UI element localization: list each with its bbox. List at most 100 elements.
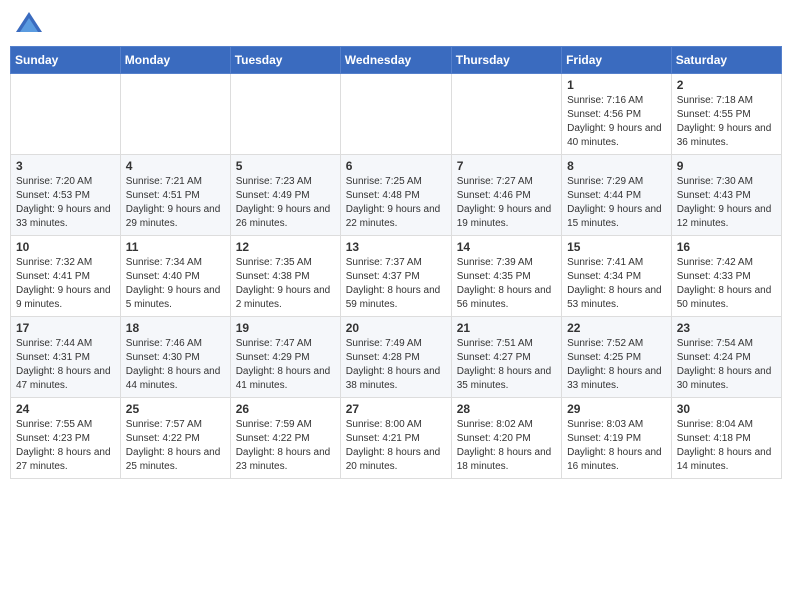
day-number: 25 xyxy=(126,402,225,416)
calendar-cell: 20Sunrise: 7:49 AM Sunset: 4:28 PM Dayli… xyxy=(340,317,451,398)
calendar-cell: 25 Sunrise: 7:57 AM Sunset: 4:22 PM Dayli… xyxy=(120,398,230,479)
calendar-cell: 26 Sunrise: 7:59 AM Sunset: 4:22 PM Dayli… xyxy=(230,398,340,479)
calendar-cell: 30 Sunrise: 8:04 AM Sunset: 4:18 PM Dayli… xyxy=(671,398,781,479)
day-info: Sunrise: 7:21 AM Sunset: 4:51 PM Dayligh… xyxy=(126,175,225,231)
calendar-cell: 8 Sunrise: 7:29 AM Sunset: 4:44 PM Daylig… xyxy=(562,155,672,236)
day-number: 17 xyxy=(16,321,115,335)
day-number: 6 xyxy=(346,159,446,173)
day-number: 14 xyxy=(457,240,556,254)
calendar-cell: 7 Sunrise: 7:27 AM Sunset: 4:46 PM Daylig… xyxy=(451,155,561,236)
calendar-cell: 3 Sunrise: 7:20 AM Sunset: 4:53 PM Daylig… xyxy=(11,155,121,236)
calendar-cell: 22 Sunrise: 7:52 AM Sunset: 4:25 PM Dayli… xyxy=(562,317,672,398)
weekday-header: Tuesday xyxy=(230,47,340,74)
calendar-cell: 28Sunrise: 8:02 AM Sunset: 4:20 PM Dayli… xyxy=(451,398,561,479)
day-info: Sunrise: 7:52 AM Sunset: 4:25 PM Dayligh… xyxy=(567,337,666,393)
calendar-cell: 6 Sunrise: 7:25 AM Sunset: 4:48 PM Daylig… xyxy=(340,155,451,236)
day-info: Sunrise: 7:42 AM Sunset: 4:33 PM Dayligh… xyxy=(677,256,776,312)
weekday-header: Sunday xyxy=(11,47,121,74)
calendar-cell: 17 Sunrise: 7:44 AM Sunset: 4:31 PM Dayli… xyxy=(11,317,121,398)
day-info: Sunrise: 8:03 AM Sunset: 4:19 PM Dayligh… xyxy=(567,418,666,474)
day-info: Sunrise: 7:59 AM Sunset: 4:22 PM Dayligh… xyxy=(236,418,335,474)
day-number: 4 xyxy=(126,159,225,173)
day-info: Sunrise: 7:20 AM Sunset: 4:53 PM Dayligh… xyxy=(16,175,115,231)
calendar-cell: 9Sunrise: 7:30 AM Sunset: 4:43 PM Daylig… xyxy=(671,155,781,236)
calendar-week-row: 10 Sunrise: 7:32 AM Sunset: 4:41 PM Dayli… xyxy=(11,236,782,317)
calendar-cell: 29 Sunrise: 8:03 AM Sunset: 4:19 PM Dayli… xyxy=(562,398,672,479)
calendar-cell: 12 Sunrise: 7:35 AM Sunset: 4:38 PM Dayli… xyxy=(230,236,340,317)
day-info: Sunrise: 8:04 AM Sunset: 4:18 PM Dayligh… xyxy=(677,418,776,474)
day-number: 19 xyxy=(236,321,335,335)
day-number: 30 xyxy=(677,402,776,416)
calendar-cell: 1 Sunrise: 7:16 AM Sunset: 4:56 PM Daylig… xyxy=(562,74,672,155)
weekday-header: Saturday xyxy=(671,47,781,74)
day-number: 28 xyxy=(457,402,556,416)
calendar-cell: 23 Sunrise: 7:54 AM Sunset: 4:24 PM Dayli… xyxy=(671,317,781,398)
calendar-cell: 11 Sunrise: 7:34 AM Sunset: 4:40 PM Dayli… xyxy=(120,236,230,317)
logo-icon xyxy=(14,10,44,40)
weekday-header: Wednesday xyxy=(340,47,451,74)
day-info: Sunrise: 7:29 AM Sunset: 4:44 PM Dayligh… xyxy=(567,175,666,231)
day-number: 1 xyxy=(567,78,666,92)
day-number: 18 xyxy=(126,321,225,335)
day-number: 16 xyxy=(677,240,776,254)
day-number: 10 xyxy=(16,240,115,254)
day-info: Sunrise: 7:54 AM Sunset: 4:24 PM Dayligh… xyxy=(677,337,776,393)
day-number: 21 xyxy=(457,321,556,335)
calendar-week-row: 17 Sunrise: 7:44 AM Sunset: 4:31 PM Dayli… xyxy=(11,317,782,398)
calendar-cell xyxy=(230,74,340,155)
calendar-cell: 15 Sunrise: 7:41 AM Sunset: 4:34 PM Dayli… xyxy=(562,236,672,317)
day-info: Sunrise: 7:46 AM Sunset: 4:30 PM Dayligh… xyxy=(126,337,225,393)
calendar-cell xyxy=(451,74,561,155)
day-number: 15 xyxy=(567,240,666,254)
day-info: Sunrise: 7:34 AM Sunset: 4:40 PM Dayligh… xyxy=(126,256,225,312)
calendar-cell: 19 Sunrise: 7:47 AM Sunset: 4:29 PM Dayli… xyxy=(230,317,340,398)
calendar: SundayMondayTuesdayWednesdayThursdayFrid… xyxy=(10,46,782,479)
weekday-header: Thursday xyxy=(451,47,561,74)
calendar-cell: 10 Sunrise: 7:32 AM Sunset: 4:41 PM Dayli… xyxy=(11,236,121,317)
calendar-cell xyxy=(11,74,121,155)
day-number: 12 xyxy=(236,240,335,254)
day-info: Sunrise: 7:35 AM Sunset: 4:38 PM Dayligh… xyxy=(236,256,335,312)
calendar-cell: 5Sunrise: 7:23 AM Sunset: 4:49 PM Daylig… xyxy=(230,155,340,236)
calendar-cell: 27 Sunrise: 8:00 AM Sunset: 4:21 PM Dayli… xyxy=(340,398,451,479)
page-header xyxy=(10,10,782,40)
day-number: 26 xyxy=(236,402,335,416)
day-info: Sunrise: 7:44 AM Sunset: 4:31 PM Dayligh… xyxy=(16,337,115,393)
day-info: Sunrise: 7:41 AM Sunset: 4:34 PM Dayligh… xyxy=(567,256,666,312)
calendar-cell: 14 Sunrise: 7:39 AM Sunset: 4:35 PM Dayli… xyxy=(451,236,561,317)
calendar-week-row: 1 Sunrise: 7:16 AM Sunset: 4:56 PM Daylig… xyxy=(11,74,782,155)
calendar-cell: 4 Sunrise: 7:21 AM Sunset: 4:51 PM Daylig… xyxy=(120,155,230,236)
day-info: Sunrise: 7:39 AM Sunset: 4:35 PM Dayligh… xyxy=(457,256,556,312)
calendar-cell: 18 Sunrise: 7:46 AM Sunset: 4:30 PM Dayli… xyxy=(120,317,230,398)
day-number: 23 xyxy=(677,321,776,335)
day-number: 11 xyxy=(126,240,225,254)
calendar-cell: 2 Sunrise: 7:18 AM Sunset: 4:55 PM Daylig… xyxy=(671,74,781,155)
calendar-cell: 24 Sunrise: 7:55 AM Sunset: 4:23 PM Dayli… xyxy=(11,398,121,479)
day-number: 8 xyxy=(567,159,666,173)
calendar-week-row: 24 Sunrise: 7:55 AM Sunset: 4:23 PM Dayli… xyxy=(11,398,782,479)
day-number: 29 xyxy=(567,402,666,416)
day-info: Sunrise: 7:16 AM Sunset: 4:56 PM Dayligh… xyxy=(567,94,666,150)
day-number: 2 xyxy=(677,78,776,92)
calendar-cell xyxy=(120,74,230,155)
day-number: 20 xyxy=(346,321,446,335)
calendar-week-row: 3 Sunrise: 7:20 AM Sunset: 4:53 PM Daylig… xyxy=(11,155,782,236)
day-number: 24 xyxy=(16,402,115,416)
day-info: Sunrise: 7:55 AM Sunset: 4:23 PM Dayligh… xyxy=(16,418,115,474)
calendar-cell xyxy=(340,74,451,155)
day-info: Sunrise: 7:25 AM Sunset: 4:48 PM Dayligh… xyxy=(346,175,446,231)
day-info: Sunrise: 7:37 AM Sunset: 4:37 PM Dayligh… xyxy=(346,256,446,312)
day-number: 22 xyxy=(567,321,666,335)
day-number: 3 xyxy=(16,159,115,173)
day-info: Sunrise: 7:47 AM Sunset: 4:29 PM Dayligh… xyxy=(236,337,335,393)
day-info: Sunrise: 7:57 AM Sunset: 4:22 PM Dayligh… xyxy=(126,418,225,474)
calendar-cell: 21Sunrise: 7:51 AM Sunset: 4:27 PM Dayli… xyxy=(451,317,561,398)
day-number: 27 xyxy=(346,402,446,416)
day-info: Sunrise: 7:18 AM Sunset: 4:55 PM Dayligh… xyxy=(677,94,776,150)
day-info: Sunrise: 8:00 AM Sunset: 4:21 PM Dayligh… xyxy=(346,418,446,474)
day-number: 7 xyxy=(457,159,556,173)
calendar-cell: 16 Sunrise: 7:42 AM Sunset: 4:33 PM Dayli… xyxy=(671,236,781,317)
day-info: Sunrise: 7:32 AM Sunset: 4:41 PM Dayligh… xyxy=(16,256,115,312)
day-number: 13 xyxy=(346,240,446,254)
day-info: Sunrise: 7:27 AM Sunset: 4:46 PM Dayligh… xyxy=(457,175,556,231)
